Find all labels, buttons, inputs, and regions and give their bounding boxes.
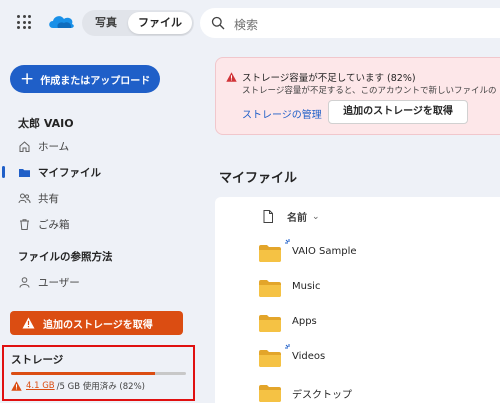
file-list: 名前 ⌄ VAIO Sample Music Apps Videos デスクトップ: [215, 197, 500, 403]
sidebar-item-people[interactable]: ユーザー: [0, 271, 200, 293]
file-row[interactable]: Videos: [215, 341, 500, 375]
sidebar-item-home[interactable]: ホーム: [0, 135, 200, 157]
file-name[interactable]: Apps: [292, 316, 317, 327]
sidebar-item-label: ホーム: [38, 140, 70, 153]
app-launcher-icon[interactable]: [17, 15, 31, 29]
storage-used-link[interactable]: 4.1 GB: [26, 381, 55, 391]
search-box[interactable]: 検索: [200, 8, 500, 38]
get-storage-button[interactable]: 追加のストレージを取得: [10, 311, 183, 335]
storage-title: ストレージ: [11, 354, 64, 366]
file-name[interactable]: Music: [292, 281, 320, 292]
sidebar-item-my-files[interactable]: マイファイル: [0, 161, 200, 183]
file-row[interactable]: デスクトップ: [215, 376, 500, 403]
file-name[interactable]: VAIO Sample: [292, 246, 357, 257]
trash-icon: [20, 218, 29, 230]
banner-title: ストレージ容量が不足しています (82%): [226, 70, 416, 84]
people-icon: [18, 193, 31, 203]
folder-icon: [19, 168, 30, 177]
warning-icon: [22, 317, 35, 329]
file-row[interactable]: VAIO Sample: [215, 236, 500, 270]
file-name[interactable]: デスクトップ: [292, 386, 352, 401]
top-bar: 写真 ファイル 検索: [0, 0, 500, 46]
banner-get-storage-button[interactable]: 追加のストレージを取得: [328, 100, 468, 124]
storage-usage: 4.1 GB /5 GB 使用済み (82%): [11, 380, 145, 392]
storage-progress-bar: [11, 372, 186, 375]
create-upload-label: 作成またはアップロード: [40, 75, 151, 87]
sidebar-item-label: マイファイル: [38, 166, 101, 179]
browse-section-title: ファイルの参照方法: [18, 251, 113, 263]
name-column-label: 名前: [287, 213, 307, 224]
sidebar-item-shared[interactable]: 共有: [0, 187, 200, 209]
view-switcher: 写真 ファイル: [82, 10, 194, 36]
name-column-header[interactable]: 名前 ⌄: [263, 209, 320, 224]
sidebar-item-label: ユーザー: [38, 276, 80, 289]
sidebar-item-label: ごみ箱: [38, 218, 70, 231]
storage-progress-fill: [11, 372, 155, 375]
user-name: 太郎 VAIO: [18, 117, 74, 130]
get-storage-label: 追加のストレージを取得: [43, 319, 153, 331]
warning-icon: [11, 381, 22, 391]
banner-description: ストレージ容量が不足すると、このアカウントで新しいファイルの: [242, 86, 497, 96]
search-icon: [211, 16, 225, 30]
chevron-down-icon: ⌄: [312, 211, 320, 222]
create-upload-button[interactable]: + 作成またはアップロード: [10, 65, 160, 93]
folder-icon: [259, 385, 281, 402]
file-name[interactable]: Videos: [292, 351, 325, 362]
storage-usage-text: /5 GB 使用済み (82%): [56, 382, 145, 392]
sidebar-item-recycle-bin[interactable]: ごみ箱: [0, 213, 200, 235]
banner-title-text: ストレージ容量が不足しています (82%): [242, 73, 416, 84]
plus-icon: +: [20, 68, 35, 89]
warning-icon: [226, 72, 237, 82]
folder-icon: [259, 350, 281, 367]
file-row[interactable]: Apps: [215, 306, 500, 340]
person-icon: [19, 276, 30, 288]
page-title: マイファイル: [219, 171, 298, 186]
sidebar-item-label: 共有: [38, 192, 59, 205]
search-input[interactable]: 検索: [234, 16, 258, 33]
home-icon: [19, 140, 30, 152]
storage-panel: ストレージ 4.1 GB /5 GB 使用済み (82%): [2, 345, 195, 401]
manage-storage-link[interactable]: ストレージの管理: [242, 106, 322, 121]
file-type-icon: [263, 210, 273, 223]
tab-files[interactable]: ファイル: [128, 12, 192, 34]
folder-icon: [259, 245, 281, 262]
onedrive-logo-icon[interactable]: [47, 12, 75, 30]
storage-warning-banner: ストレージ容量が不足しています (82%) ストレージ容量が不足すると、このアカ…: [215, 57, 500, 135]
folder-icon: [259, 315, 281, 332]
folder-icon: [259, 280, 281, 297]
file-row[interactable]: Music: [215, 271, 500, 305]
tab-photos[interactable]: 写真: [86, 12, 126, 34]
